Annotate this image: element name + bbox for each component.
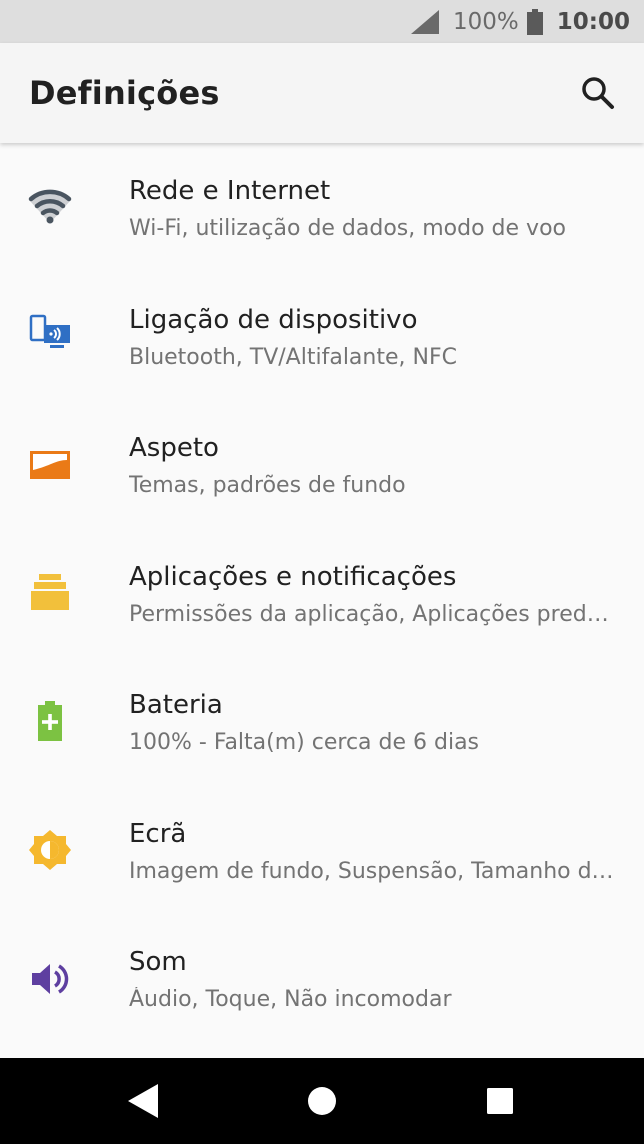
- setting-connected-devices[interactable]: Ligação de dispositivo Bluetooth, TV/Alt…: [0, 289, 644, 417]
- back-icon: [128, 1084, 158, 1118]
- app-bar: Definições: [0, 43, 644, 143]
- brightness-icon: [28, 828, 72, 872]
- setting-label: Rede e Internet: [129, 176, 331, 206]
- signal-icon: [411, 9, 440, 34]
- recents-button[interactable]: [477, 1078, 523, 1124]
- setting-battery[interactable]: Bateria 100% - Falta(m) cerca de 6 dias: [0, 674, 644, 802]
- battery-icon: [526, 8, 543, 35]
- setting-sound[interactable]: Som Áudio, Toque, Não incomodar: [0, 931, 644, 1058]
- page-title: Definições: [29, 74, 220, 112]
- setting-label: Bateria: [129, 690, 223, 720]
- setting-summary: Wi-Fi, utilização de dados, modo de voo: [129, 216, 566, 241]
- setting-appearance[interactable]: Aspeto Temas, padrões de fundo: [0, 417, 644, 545]
- back-button[interactable]: [120, 1078, 166, 1124]
- setting-summary: Temas, padrões de fundo: [129, 473, 406, 498]
- battery-charging-icon: [28, 699, 72, 743]
- setting-summary: Áudio, Toque, Não incomodar: [129, 987, 452, 1012]
- setting-summary: Bluetooth, TV/Altifalante, NFC: [129, 345, 457, 370]
- recents-icon: [487, 1088, 513, 1114]
- setting-label: Aspeto: [129, 433, 219, 463]
- setting-apps-notifications[interactable]: Aplicações e notificações Permissões da …: [0, 546, 644, 674]
- setting-summary: Imagem de fundo, Suspensão, Tamanho d…: [129, 859, 614, 884]
- setting-summary: Permissões da aplicação, Aplicações pred…: [129, 602, 609, 627]
- home-button[interactable]: [299, 1078, 345, 1124]
- setting-summary: 100% - Falta(m) cerca de 6 dias: [129, 730, 480, 755]
- settings-list: Rede e Internet Wi-Fi, utilização de dad…: [0, 143, 644, 1058]
- setting-label: Som: [129, 947, 187, 977]
- clock: 10:00: [556, 8, 630, 35]
- apps-icon: [28, 570, 72, 614]
- wallpaper-icon: [28, 443, 72, 487]
- setting-label: Ligação de dispositivo: [129, 305, 418, 335]
- connected-devices-icon: [28, 311, 72, 355]
- volume-icon: [28, 957, 72, 1001]
- setting-network[interactable]: Rede e Internet Wi-Fi, utilização de dad…: [0, 160, 644, 288]
- battery-percent: 100%: [453, 8, 519, 35]
- setting-label: Aplicações e notificações: [129, 562, 457, 592]
- setting-label: Ecrã: [129, 819, 187, 849]
- search-button[interactable]: [578, 73, 618, 113]
- status-bar: 100% 10:00: [0, 0, 644, 43]
- home-icon: [308, 1087, 336, 1115]
- wifi-icon: [28, 185, 72, 229]
- search-icon: [582, 77, 614, 109]
- navigation-bar: [0, 1058, 644, 1144]
- setting-display[interactable]: Ecrã Imagem de fundo, Suspensão, Tamanho…: [0, 803, 644, 931]
